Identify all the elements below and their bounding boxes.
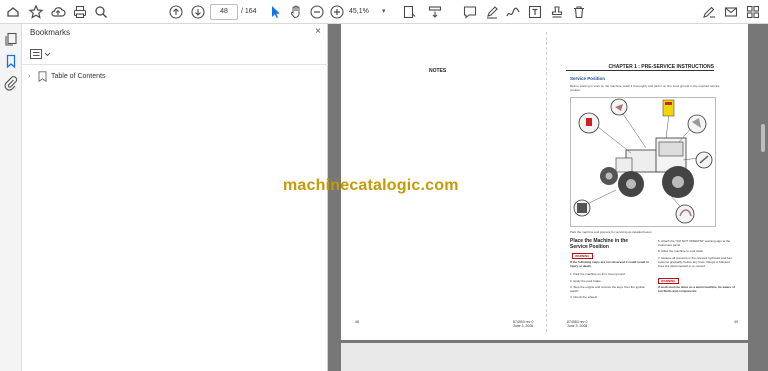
bookmark-label: Table of Contents (51, 72, 106, 80)
toolbar: 48 / 164 45,1% ▾ (0, 0, 768, 24)
close-panel-icon[interactable]: × (315, 26, 321, 37)
highlight-pen-icon[interactable] (484, 4, 500, 20)
bookmark-options-button[interactable] (30, 48, 52, 60)
comment-icon[interactable] (462, 4, 478, 20)
tractor-illustration (570, 97, 716, 227)
home-icon[interactable] (5, 4, 21, 20)
left-page-footer: 874953 rev 0 June 3, 2008 (513, 320, 534, 328)
chapter-heading: CHAPTER 1 : PRE-SERVICE INSTRUCTIONS (566, 64, 714, 71)
scrollbar-thumb[interactable] (761, 124, 765, 152)
vertical-scrollbar[interactable] (760, 24, 766, 371)
right-page-footer: 874953 rev 0 June 3, 2008 (567, 320, 588, 328)
document-viewport[interactable]: NOTES 48 874953 rev 0 June 3, 2008 CHAPT… (328, 24, 768, 371)
attachments-icon[interactable] (3, 75, 19, 91)
next-page-icon[interactable] (190, 4, 206, 20)
warning-text-2: If work must be done on a warm machine, … (658, 285, 735, 293)
intro-paragraph: Before starting to work on the machine, … (570, 84, 720, 92)
bookmarks-title: Bookmarks (30, 28, 71, 37)
warning-label-1: WARNING (572, 253, 593, 259)
zoom-out-icon[interactable] (309, 4, 325, 20)
previous-page-icon[interactable] (168, 4, 184, 20)
illustration-caption: Park the machine and prepare for servici… (570, 230, 653, 234)
cloud-upload-icon[interactable] (50, 4, 66, 20)
step-7: 7. Relieve all pressure in the relevant … (658, 256, 732, 268)
step-1: 1. Park the machine on firm, level groun… (570, 272, 626, 276)
page-number-input[interactable]: 48 (210, 4, 238, 20)
right-page-number: 49 (734, 320, 738, 324)
print-icon[interactable] (72, 4, 88, 20)
bookmark-item-table-of-contents[interactable]: › Table of Contents (28, 70, 105, 82)
page-total: / 164 (241, 8, 257, 15)
bookmarks-panel: Bookmarks × › Table of Contents (22, 24, 328, 371)
select-cursor-icon[interactable] (267, 4, 283, 20)
star-icon[interactable] (28, 4, 44, 20)
bookmark-icon (38, 70, 47, 82)
page-thumbnails-icon[interactable] (3, 31, 19, 47)
draw-freeform-icon[interactable] (505, 4, 521, 20)
text-edit-icon[interactable] (527, 4, 543, 20)
warning-text-1: If the following steps are not observed … (570, 260, 649, 268)
watermark-text: machinecatalogic.com (283, 177, 459, 194)
search-icon[interactable] (93, 4, 109, 20)
fill-sign-icon[interactable] (701, 4, 717, 20)
expand-chevron-icon[interactable]: › (28, 73, 34, 80)
section-heading: Service Position (570, 76, 606, 81)
step-5: 5. Attach the "DO NOT OPERATE" warning s… (658, 239, 731, 247)
navigation-rail (0, 24, 22, 371)
next-page-preview (341, 343, 748, 371)
sub-heading: Place the Machine in the Service Positio… (570, 238, 629, 250)
step-4: 4. Check the wheels. (570, 295, 598, 299)
page-fold (546, 32, 547, 332)
hand-tool-icon[interactable] (288, 4, 304, 20)
mail-icon[interactable] (723, 4, 739, 20)
zoom-dropdown-icon[interactable]: ▾ (382, 4, 386, 20)
scroll-mode-icon[interactable] (427, 4, 443, 20)
delete-icon[interactable] (571, 4, 587, 20)
more-tools-icon[interactable] (745, 4, 761, 20)
stamp-icon[interactable] (549, 4, 565, 20)
step-6: 6. Allow the machine to cool down. (658, 249, 705, 253)
step-3: 3. Stop the engine and remove the keys f… (570, 285, 646, 293)
notes-title: NOTES (429, 68, 447, 74)
step-2: 2. Apply the park brake. (570, 279, 602, 283)
fit-page-icon[interactable] (401, 4, 417, 20)
left-page-number: 48 (355, 320, 359, 324)
panel-divider (22, 64, 328, 65)
zoom-in-icon[interactable] (329, 4, 345, 20)
bookmarks-icon[interactable] (3, 53, 19, 69)
warning-label-2: WARNING (658, 278, 679, 284)
